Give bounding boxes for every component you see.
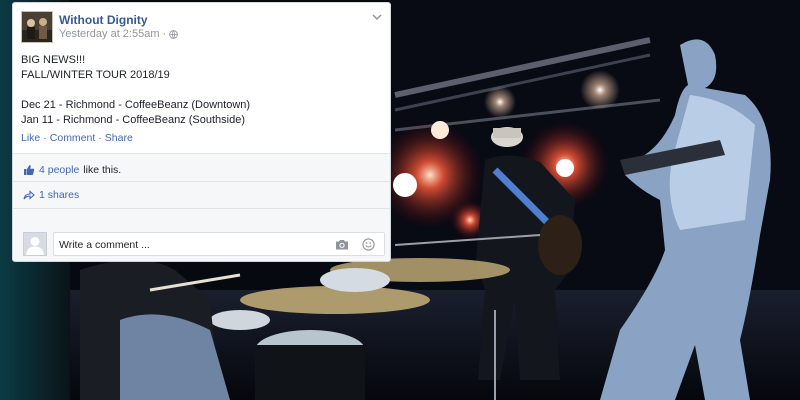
divider: [13, 181, 390, 182]
post-timestamp[interactable]: Yesterday at 2:55am: [59, 28, 160, 40]
camera-icon[interactable]: [335, 238, 349, 251]
comment-box: [53, 232, 385, 256]
share-arrow-icon: [23, 190, 35, 200]
comment-composer: [13, 232, 390, 261]
shares-row: 1 shares: [23, 189, 79, 201]
like-action-link[interactable]: Like: [21, 132, 40, 144]
likes-suffix: like this.: [83, 164, 122, 176]
action-separator: ·: [98, 132, 102, 144]
post-line-date-2: Jan 11 - Richmond - CoffeeBeanz (Southsi…: [21, 114, 245, 126]
post-line-tour: FALL/WINTER TOUR 2018/19: [21, 69, 170, 81]
share-action-link[interactable]: Share: [105, 132, 133, 144]
post-line-date-1: Dec 21 - Richmond - CoffeeBeanz (Downtow…: [21, 99, 251, 111]
comment-input[interactable]: [59, 236, 329, 253]
shares-count-link[interactable]: 1 shares: [39, 189, 79, 201]
reactions-panel: 4 people like this. 1 shares: [13, 153, 390, 261]
comment-action-link[interactable]: Comment: [50, 132, 96, 144]
action-separator: ·: [43, 132, 47, 144]
chevron-down-icon[interactable]: [372, 13, 382, 21]
user-avatar: [23, 232, 47, 256]
emoji-icon[interactable]: [362, 238, 375, 251]
page-name-link[interactable]: Without Dignity: [59, 13, 148, 27]
post-header: Without Dignity Yesterday at 2:55am ·: [13, 3, 390, 47]
likes-row: 4 people like this.: [23, 164, 121, 176]
meta-separator: ·: [162, 28, 167, 40]
facebook-post-card: Without Dignity Yesterday at 2:55am · BI…: [12, 2, 391, 262]
thumbs-up-icon: [24, 165, 35, 175]
post-text: BIG NEWS!!! FALL/WINTER TOUR 2018/19 Dec…: [21, 53, 381, 128]
post-meta: Yesterday at 2:55am ·: [59, 28, 178, 40]
post-actions: Like · Comment · Share: [21, 132, 133, 144]
post-line-headline: BIG NEWS!!!: [21, 54, 86, 66]
post-line-blank: [21, 83, 381, 98]
likes-count-link[interactable]: 4 people: [39, 164, 79, 176]
divider: [13, 208, 390, 209]
page-avatar[interactable]: [21, 11, 53, 43]
globe-icon[interactable]: [169, 29, 178, 39]
